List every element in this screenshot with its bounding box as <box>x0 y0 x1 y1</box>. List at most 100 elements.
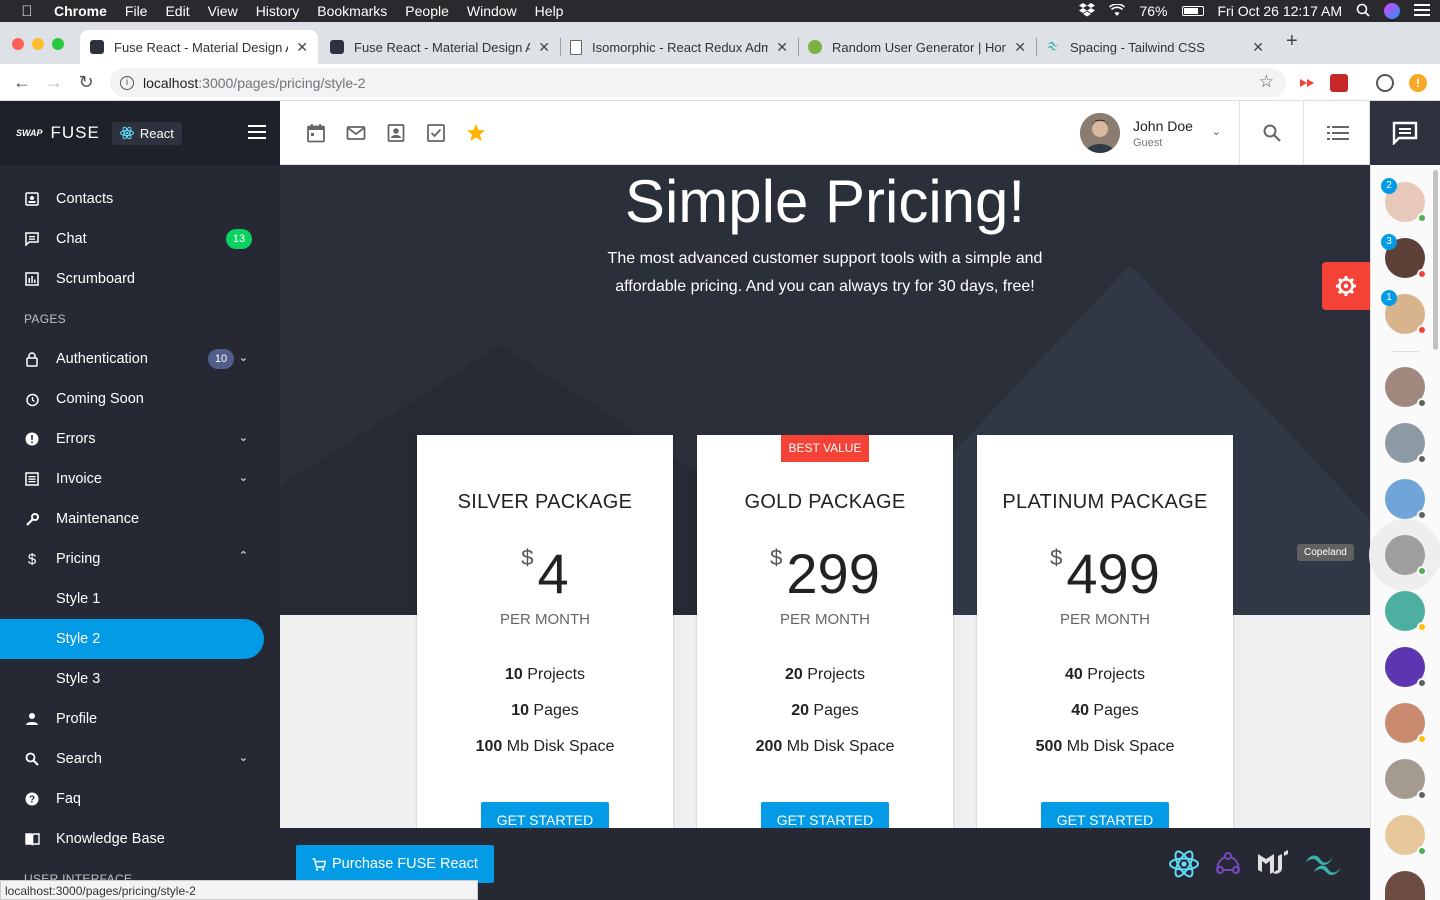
sidebar-item-maintenance[interactable]: Maintenance <box>0 499 280 539</box>
sidebar-item-profile[interactable]: Profile <box>0 699 280 739</box>
close-tab-icon[interactable]: ✕ <box>296 39 308 56</box>
tailwind-logo-icon[interactable] <box>1302 848 1346 880</box>
react-logo-icon[interactable] <box>1168 848 1200 880</box>
error-icon <box>24 431 40 447</box>
minimize-window-button[interactable] <box>32 38 44 50</box>
sidebar-item-invoice[interactable]: Invoice ⌄ <box>0 459 280 499</box>
chat-contact-avatar[interactable] <box>1385 535 1427 576</box>
apple-icon[interactable]:  <box>0 3 54 20</box>
chat-contact-avatar[interactable]: 2 <box>1381 178 1427 223</box>
maximize-window-button[interactable] <box>52 38 64 50</box>
status-online-dot <box>1417 846 1427 856</box>
status-busy-dot <box>1417 269 1427 279</box>
browser-tab-1[interactable]: Fuse React - Material Design A ✕ <box>80 30 318 64</box>
search-button[interactable] <box>1240 101 1304 165</box>
user-menu[interactable]: John Doe Guest ⌄ <box>1080 101 1240 165</box>
reload-icon[interactable]: ↻ <box>70 72 102 93</box>
mail-icon[interactable] <box>346 123 366 143</box>
menu-people[interactable]: People <box>396 3 458 19</box>
close-window-button[interactable] <box>12 38 24 50</box>
material-ui-logo-icon[interactable] <box>1256 848 1290 880</box>
chat-contact-avatar[interactable] <box>1385 423 1427 464</box>
menu-app-name[interactable]: Chrome <box>54 3 116 19</box>
sidebar-item-coming-soon[interactable]: Coming Soon <box>0 379 280 419</box>
close-tab-icon[interactable]: ✕ <box>1252 39 1264 56</box>
extension-arrow-icon[interactable] <box>1298 74 1316 92</box>
calendar-icon[interactable] <box>306 123 326 143</box>
menu-edit[interactable]: Edit <box>156 3 198 19</box>
wifi-icon[interactable] <box>1109 3 1126 19</box>
todo-check-icon[interactable] <box>426 123 446 143</box>
menu-window[interactable]: Window <box>458 3 526 19</box>
sidebar-item-scrumboard[interactable]: Scrumboard <box>0 259 280 299</box>
site-info-icon[interactable]: i <box>120 75 134 90</box>
spotlight-icon[interactable] <box>1356 3 1370 20</box>
forward-arrow-icon[interactable]: → <box>38 72 70 93</box>
sidebar-item-pricing-style-1[interactable]: Style 1 <box>0 579 280 619</box>
extension-puzzle-icon[interactable] <box>1330 74 1348 92</box>
cart-icon <box>312 857 326 871</box>
sidebar-item-chat[interactable]: Chat 13 <box>0 219 280 259</box>
sidebar-item-pricing-style-3[interactable]: Style 3 <box>0 659 280 699</box>
gear-icon <box>1336 276 1356 296</box>
new-tab-plus-icon[interactable]: + <box>1286 30 1298 53</box>
chat-contact-avatar[interactable] <box>1385 367 1427 408</box>
get-started-button[interactable]: GET STARTED <box>1041 802 1169 828</box>
browser-tab-2[interactable]: Fuse React - Material Design A ✕ <box>320 30 560 64</box>
close-tab-icon[interactable]: ✕ <box>776 39 788 56</box>
sidebar-item-contacts[interactable]: Contacts <box>0 179 280 219</box>
chat-contact-avatar[interactable] <box>1385 759 1427 800</box>
menu-view[interactable]: View <box>199 3 247 19</box>
menu-toggle-icon[interactable] <box>248 125 266 143</box>
clock[interactable]: Fri Oct 26 12:17 AM <box>1218 3 1343 19</box>
browser-tab-4[interactable]: Random User Generator | Hom ✕ <box>798 30 1036 64</box>
chat-contact-avatar[interactable]: 1 <box>1381 290 1427 335</box>
chat-contact-avatar[interactable]: 3 <box>1381 234 1427 279</box>
back-arrow-icon[interactable]: ← <box>6 72 38 93</box>
theme-settings-button[interactable] <box>1322 262 1370 310</box>
close-tab-icon[interactable]: ✕ <box>1014 39 1026 56</box>
chat-panel-toggle[interactable] <box>1370 101 1440 165</box>
chat-contact-avatar[interactable] <box>1385 815 1427 856</box>
sidebar-item-knowledge-base[interactable]: Knowledge Base <box>0 819 280 859</box>
chat-contact-avatar[interactable] <box>1385 871 1425 900</box>
chat-divider <box>1393 351 1419 352</box>
sidebar-item-errors[interactable]: Errors ⌄ <box>0 419 280 459</box>
sidebar-item-faq[interactable]: ? Faq <box>0 779 280 819</box>
sidebar-item-authentication[interactable]: Authentication 10 ⌄ <box>0 339 280 379</box>
close-tab-icon[interactable]: ✕ <box>538 39 550 56</box>
chat-contact-avatar[interactable] <box>1385 647 1427 688</box>
notification-center-icon[interactable] <box>1414 3 1430 19</box>
chat-contact-avatar[interactable] <box>1385 479 1427 520</box>
chat-contact-avatar[interactable] <box>1385 703 1427 744</box>
get-started-button[interactable]: GET STARTED <box>481 802 609 828</box>
browser-tab-3[interactable]: Isomorphic - React Redux Adm ✕ <box>560 30 798 64</box>
menu-bookmarks[interactable]: Bookmarks <box>308 3 396 19</box>
redux-logo-icon[interactable] <box>1212 848 1244 880</box>
profile-icon[interactable] <box>1376 74 1394 92</box>
chrome-update-icon[interactable]: ! <box>1409 74 1427 92</box>
chat-contact-avatar[interactable] <box>1385 591 1427 632</box>
page-subtitle: The most advanced customer support tools… <box>607 250 1043 295</box>
battery-icon[interactable] <box>1181 6 1204 16</box>
sidebar-item-pricing-style-2[interactable]: Style 2 <box>0 619 264 659</box>
favorite-star-icon[interactable] <box>466 123 486 143</box>
purchase-button[interactable]: Purchase FUSE React <box>296 845 494 883</box>
address-bar[interactable]: i localhost:3000/pages/pricing/style-2 ☆ <box>110 68 1286 97</box>
bookmark-star-icon[interactable]: ☆ <box>1259 72 1274 92</box>
dropbox-icon[interactable] <box>1079 2 1096 20</box>
get-started-button[interactable]: GET STARTED <box>761 802 889 828</box>
browser-tab-5[interactable]: Spacing - Tailwind CSS ✕ <box>1036 30 1274 64</box>
siri-icon[interactable] <box>1384 3 1400 19</box>
sidebar-item-pricing[interactable]: $ Pricing ⌃ <box>0 539 280 579</box>
quick-panel-button[interactable] <box>1306 101 1370 165</box>
menu-help[interactable]: Help <box>526 3 573 19</box>
sidebar-item-label: Coming Soon <box>56 391 144 407</box>
menu-history[interactable]: History <box>247 3 309 19</box>
menu-file[interactable]: File <box>116 3 157 19</box>
chat-scrollbar[interactable] <box>1433 170 1438 350</box>
contacts-shortcut-icon[interactable] <box>386 123 406 143</box>
sidebar-item-label: Maintenance <box>56 511 140 527</box>
sidebar-item-search[interactable]: Search ⌄ <box>0 739 280 779</box>
search-icon <box>24 751 40 767</box>
